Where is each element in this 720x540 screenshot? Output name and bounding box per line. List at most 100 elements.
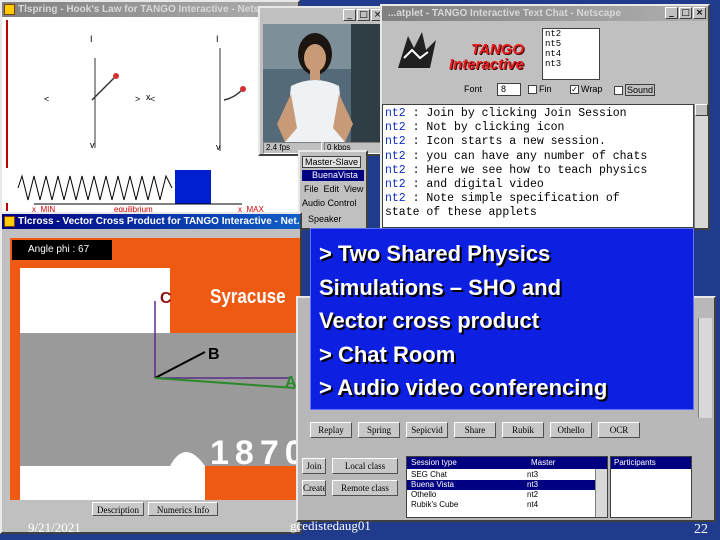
session-row[interactable]: Rubik's Cube nt4 xyxy=(407,500,595,510)
numerics-info-button[interactable]: Numerics Info xyxy=(148,502,218,516)
vector-cross-window[interactable]: Tlcross - Vector Cross Product for TANGO… xyxy=(0,212,302,534)
header-participants[interactable]: Participants xyxy=(611,457,691,469)
vector-b-label: B xyxy=(208,346,220,363)
tool-replay[interactable]: Replay xyxy=(310,422,352,438)
slide-date: 9/21/2021 xyxy=(28,520,81,535)
create-session-button[interactable]: Create session xyxy=(302,480,326,496)
year-label: 1870 xyxy=(210,434,300,472)
chat-line: nt2 : Icon starts a new session. xyxy=(385,135,606,149)
svg-text:<: < xyxy=(44,94,49,104)
slide-page-number: 22 xyxy=(694,522,708,537)
svg-text:I: I xyxy=(216,34,219,44)
chat-scrollbar[interactable] xyxy=(694,104,708,228)
chat-line: nt2 : Not by clicking icon xyxy=(385,121,565,135)
svg-text:>: > xyxy=(135,94,140,104)
header-master[interactable]: Master xyxy=(527,457,607,469)
chat-titlebar[interactable]: ...atplet - TANGO Interactive Text Chat … xyxy=(382,6,708,21)
session-table-scrollbar[interactable] xyxy=(595,469,607,517)
vector-c-label: C xyxy=(160,290,172,307)
participants-panel[interactable]: Participants xyxy=(610,456,692,518)
bullet-chat-room: > Chat Room xyxy=(319,341,456,367)
video-window-controls: _ □ × xyxy=(343,9,384,21)
font-controls: Font xyxy=(464,84,482,94)
tool-ocr[interactable]: OCR xyxy=(598,422,640,438)
session-table-header: Session type Master xyxy=(407,457,607,469)
remote-class-button[interactable]: Remote class xyxy=(332,480,398,496)
close-button[interactable]: × xyxy=(693,7,706,19)
speaker-label[interactable]: Speaker xyxy=(308,214,342,224)
user-list-item[interactable]: nt2 xyxy=(545,29,599,39)
session-row[interactable]: Othello nt2 xyxy=(407,490,595,500)
bullet-simulations: Simulations – SHO and xyxy=(319,274,562,300)
fin-checkbox[interactable]: Fin xyxy=(528,84,552,94)
user-list-item[interactable]: nt4 xyxy=(545,49,599,59)
video-window[interactable]: _ □ × 2.4 fps 0 kbps xyxy=(258,6,388,156)
vector-cross-titlebar[interactable]: Tlcross - Vector Cross Product for TANGO… xyxy=(2,214,300,229)
font-size-select[interactable]: 8 xyxy=(497,83,521,96)
chat-line: state of these applets xyxy=(385,206,537,220)
join-session-button[interactable]: Join session xyxy=(302,458,326,474)
chat-line: nt2 : and digital video xyxy=(385,178,544,192)
tool-sepicvid[interactable]: Sepicvid xyxy=(406,422,448,438)
wrap-checkbox[interactable]: ✓ Wrap xyxy=(570,84,602,94)
chat-title: ...atplet - TANGO Interactive Text Chat … xyxy=(388,8,622,19)
header-session-type[interactable]: Session type xyxy=(407,457,527,469)
svg-text:<: < xyxy=(150,94,155,104)
netscape-icon xyxy=(4,216,15,227)
chat-transcript[interactable]: nt2 : Join by clicking Join Session nt2 … xyxy=(382,104,694,228)
fin-checkbox-label: Fin xyxy=(539,84,552,94)
scroll-up-arrow-icon[interactable] xyxy=(695,104,708,116)
vector-cross-title: Tlcross - Vector Cross Product for TANGO… xyxy=(18,216,300,227)
tool-spring[interactable]: Spring xyxy=(358,422,400,438)
video-feed xyxy=(263,24,383,142)
hookes-law-titlebar[interactable]: Tlspring - Hook's Law for TANGO Interact… xyxy=(2,2,298,17)
bullet-shared-physics: > Two Shared Physics xyxy=(319,241,551,266)
audio-control-label[interactable]: Audio Control xyxy=(302,198,357,208)
chat-line: nt2 : you can have any number of chats xyxy=(385,149,648,163)
user-list[interactable]: nt2 nt5 nt4 nt3 xyxy=(542,28,600,80)
minimize-button[interactable]: _ xyxy=(665,7,678,19)
svg-text:I: I xyxy=(90,34,93,44)
local-class-button[interactable]: Local class xyxy=(332,458,398,474)
session-scrollbar[interactable] xyxy=(698,318,712,418)
spring-simulation[interactable]: I v < > x < I v xyxy=(2,18,298,213)
chat-line: nt2 : Here we see how to teach physics xyxy=(385,163,648,177)
chat-window[interactable]: ...atplet - TANGO Interactive Text Chat … xyxy=(380,4,710,230)
menu-view[interactable]: View xyxy=(344,184,363,194)
tool-bar: Replay Spring Sepicvid Share Rubik Othel… xyxy=(310,422,670,440)
maximize-button[interactable]: □ xyxy=(357,9,370,21)
vector-a-label: A xyxy=(285,374,297,391)
controls-panel[interactable]: Master-Slave BuenaVista File Edit View A… xyxy=(298,150,368,230)
user-list-item[interactable]: nt5 xyxy=(545,39,599,49)
maximize-button[interactable]: □ xyxy=(679,7,692,19)
sound-checkbox[interactable]: Sound xyxy=(614,84,656,96)
wrap-checkbox-label: Wrap xyxy=(581,84,603,94)
menu-file[interactable]: File xyxy=(304,184,319,194)
buena-vista-item[interactable]: BuenaVista xyxy=(302,170,364,181)
tool-othello[interactable]: Othello xyxy=(550,422,592,438)
bullet-vector-cross: Vector cross product xyxy=(319,308,540,333)
vector-canvas[interactable]: Angle phi : 67 C B A Syracuse 1870 xyxy=(10,238,300,500)
controls-menu: File Edit View xyxy=(304,184,363,194)
minimize-button[interactable]: _ xyxy=(343,9,356,21)
tool-rubik[interactable]: Rubik xyxy=(502,422,544,438)
tango-logo-text: TANGO Interactive xyxy=(448,41,524,73)
video-titlebar[interactable]: _ □ × xyxy=(260,8,386,23)
tool-share[interactable]: Share xyxy=(454,422,496,438)
session-row-selected[interactable]: Buena Vista nt3 xyxy=(407,480,595,490)
session-row[interactable]: SEG Chat nt3 xyxy=(407,470,595,480)
master-slave-label: Master-Slave xyxy=(302,156,362,168)
svg-text:v: v xyxy=(216,142,221,152)
session-table[interactable]: Session type Master SEG Chat nt3 Buena Vi… xyxy=(406,456,608,518)
summary-callout: > Two Shared Physics Simulations – SHO a… xyxy=(310,228,694,410)
slide-footer-text: gcedistedaug01 xyxy=(290,518,371,533)
svg-text:v: v xyxy=(90,140,95,150)
user-list-item[interactable]: nt3 xyxy=(545,59,599,69)
bullet-audio-video: > Audio video conferencing xyxy=(319,375,608,400)
sound-checkbox-label: Sound xyxy=(625,84,656,96)
menu-edit[interactable]: Edit xyxy=(324,184,340,194)
description-button[interactable]: Description xyxy=(92,502,144,516)
hookes-law-window[interactable]: Tlspring - Hook's Law for TANGO Interact… xyxy=(0,0,300,215)
font-label: Font xyxy=(464,84,483,94)
angle-readout: Angle phi : 67 xyxy=(12,240,112,260)
